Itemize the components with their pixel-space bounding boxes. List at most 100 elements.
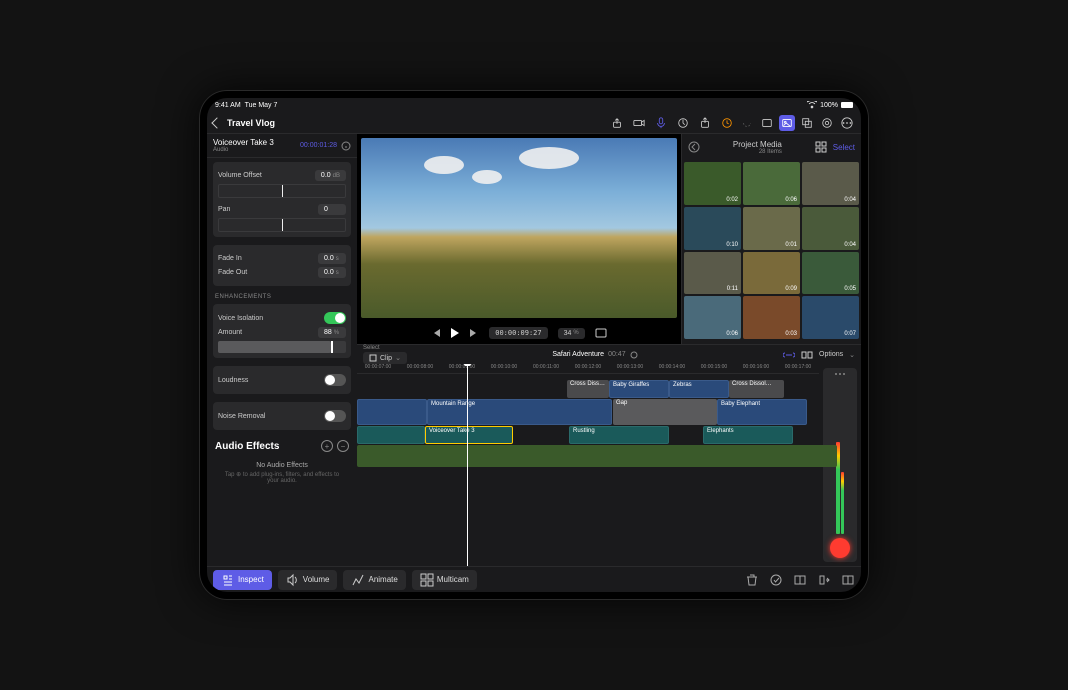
wifi-icon [807, 101, 817, 109]
media-thumb[interactable]: 0:06 [743, 162, 800, 205]
audio-meter-icon[interactable] [819, 115, 835, 131]
overlay-icon[interactable] [799, 115, 815, 131]
voice-isolation-label: Voice Isolation [218, 315, 263, 322]
playhead[interactable] [467, 364, 468, 566]
timeline-clip[interactable]: Rustling [569, 426, 669, 444]
fade-in-value[interactable]: 0.0 s [318, 253, 346, 264]
voice-isolation-toggle[interactable] [324, 312, 346, 324]
amount-slider[interactable] [218, 341, 346, 353]
photos-icon[interactable] [779, 115, 795, 131]
media-thumb[interactable]: 0:10 [684, 207, 741, 250]
noise-removal-toggle[interactable] [324, 410, 346, 422]
fade-out-label: Fade Out [218, 269, 247, 276]
trash-icon[interactable] [745, 573, 759, 587]
grid-view-icon[interactable] [815, 141, 827, 153]
top-toolbar: Travel Vlog [207, 112, 861, 134]
history-icon[interactable] [719, 115, 735, 131]
overwrite-icon[interactable] [841, 573, 855, 587]
import-icon[interactable] [609, 115, 625, 131]
animate-tab[interactable]: Animate [343, 570, 405, 590]
multicam-tab[interactable]: Multicam [412, 570, 477, 590]
inspect-tab[interactable]: Inspect [213, 570, 272, 590]
timeline-clip[interactable] [357, 426, 425, 444]
camera-icon[interactable] [631, 115, 647, 131]
timeline-clip[interactable]: Mountain Range [427, 399, 612, 425]
amount-value[interactable]: 88 % [318, 327, 346, 338]
browser-back-icon[interactable] [688, 141, 700, 153]
timeline-clip[interactable] [357, 445, 837, 467]
fullscreen-icon[interactable] [595, 328, 607, 338]
media-thumb[interactable]: 0:09 [743, 252, 800, 295]
timeline[interactable]: 00:00:07:0000:00:08:0000:00:09:0000:00:1… [357, 364, 861, 566]
snap-icon[interactable] [801, 350, 813, 360]
volume-offset-value[interactable]: 0.0 dB [315, 170, 346, 181]
timeline-clip[interactable]: Zebras [669, 380, 729, 398]
pan-value[interactable]: 0 [318, 204, 346, 215]
audio-effects-title: Audio Effects [215, 441, 279, 452]
microphone-icon[interactable] [653, 115, 669, 131]
timeline-options[interactable]: Options [819, 351, 843, 358]
timeline-clip[interactable]: Baby Giraffes [609, 380, 669, 398]
volume-offset-label: Volume Offset [218, 172, 262, 179]
play-button[interactable] [451, 328, 459, 338]
media-thumb[interactable]: 0:04 [802, 207, 859, 250]
timeline-clip[interactable]: Voiceover Take 3 [425, 426, 513, 444]
marker-icon[interactable] [675, 115, 691, 131]
timeline-clip[interactable] [357, 399, 427, 425]
meter-more-icon[interactable] [834, 372, 846, 376]
redo-icon[interactable] [739, 115, 755, 131]
record-button[interactable] [830, 538, 850, 558]
remove-effect-button[interactable]: − [337, 440, 349, 452]
pan-slider[interactable] [218, 218, 346, 232]
browser-select-button[interactable]: Select [833, 143, 855, 152]
media-thumb[interactable]: 0:07 [802, 296, 859, 339]
timeline-info-icon[interactable] [630, 351, 638, 359]
timeline-clip[interactable]: Gap [613, 399, 717, 425]
skip-back-icon[interactable] [431, 328, 441, 338]
noise-removal-label: Noise Removal [218, 413, 265, 420]
insert-icon[interactable] [817, 573, 831, 587]
timeline-clip[interactable]: Cross Diss… [567, 380, 609, 398]
more-icon[interactable] [839, 115, 855, 131]
media-thumb[interactable]: 0:11 [684, 252, 741, 295]
media-thumb[interactable]: 0:01 [743, 207, 800, 250]
media-thumb[interactable]: 0:04 [802, 162, 859, 205]
pan-label: Pan [218, 206, 230, 213]
loudness-toggle[interactable] [324, 374, 346, 386]
project-title: Travel Vlog [227, 118, 275, 128]
media-thumb[interactable]: 0:05 [802, 252, 859, 295]
clip-menu[interactable]: Clip ⌄ [363, 352, 407, 364]
back-button[interactable] [211, 117, 222, 128]
status-bar: 9:41 AM Tue May 7 100% [207, 98, 861, 112]
bottom-toolbar: Inspect Volume Animate Multicam [207, 566, 861, 592]
time-ruler[interactable]: 00:00:07:0000:00:08:0000:00:09:0000:00:1… [357, 364, 819, 374]
volume-tab[interactable]: Volume [278, 570, 338, 590]
status-time: 9:41 AM [215, 102, 241, 109]
link-icon[interactable] [783, 350, 795, 360]
media-thumb[interactable]: 0:02 [684, 162, 741, 205]
timeline-header: Select Clip ⌄ Safari Adventure 00:47 Opt… [357, 344, 861, 364]
timeline-name: Safari Adventure [552, 351, 604, 358]
timeline-select-label: Select [363, 345, 407, 351]
viewer-timecode[interactable]: 00:00:09:27 [489, 327, 547, 339]
fade-out-value[interactable]: 0.0 s [318, 267, 346, 278]
inspector-panel: Voiceover Take 3 Audio 00:00:01:28 Volum… [207, 134, 357, 566]
media-thumb[interactable]: 0:03 [743, 296, 800, 339]
timeline-clip[interactable]: Baby Elephant [717, 399, 807, 425]
info-icon[interactable] [341, 141, 351, 151]
inspector-clip-time: 00:00:01:28 [300, 142, 337, 149]
library-icon[interactable] [759, 115, 775, 131]
approve-icon[interactable] [769, 573, 783, 587]
share-icon[interactable] [697, 115, 713, 131]
timeline-clip[interactable]: Elephants [703, 426, 793, 444]
volume-offset-slider[interactable] [218, 184, 346, 198]
timeline-clip[interactable]: Cross Dissol… [729, 380, 784, 398]
media-thumb[interactable]: 0:06 [684, 296, 741, 339]
viewer-zoom[interactable]: 34% [558, 328, 585, 339]
split-icon[interactable] [793, 573, 807, 587]
viewer-canvas[interactable] [361, 138, 677, 318]
fade-in-label: Fade In [218, 255, 242, 262]
add-effect-button[interactable]: + [321, 440, 333, 452]
browser-count: 28 Items [733, 149, 782, 155]
skip-forward-icon[interactable] [469, 328, 479, 338]
